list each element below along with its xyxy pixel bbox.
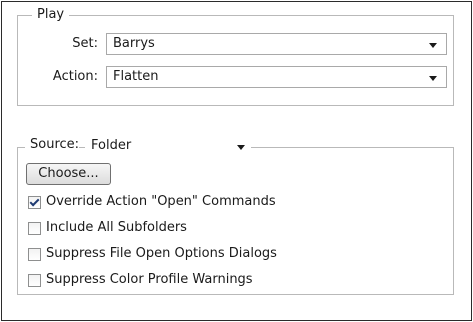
source-select[interactable]: Folder xyxy=(85,136,251,158)
override-open-label: Override Action "Open" Commands xyxy=(46,194,276,209)
override-open-option[interactable]: Override Action "Open" Commands xyxy=(28,193,276,211)
play-group: Play Set: Barrys Action: Flatten xyxy=(17,7,454,106)
action-value: Flatten xyxy=(113,69,159,84)
override-open-checkbox[interactable] xyxy=(28,195,41,209)
action-label: Action: xyxy=(52,69,98,84)
set-label: Set: xyxy=(72,36,98,51)
include-subfolders-option[interactable]: Include All Subfolders xyxy=(28,219,187,237)
play-legend: Play xyxy=(32,7,70,23)
suppress-color-warnings-label: Suppress Color Profile Warnings xyxy=(46,272,253,287)
include-subfolders-label: Include All Subfolders xyxy=(46,220,187,235)
set-value: Barrys xyxy=(113,36,155,51)
suppress-open-dialogs-option[interactable]: Suppress File Open Options Dialogs xyxy=(28,245,277,263)
chevron-down-icon xyxy=(429,76,437,81)
suppress-color-warnings-checkbox[interactable] xyxy=(28,273,41,287)
source-label: Source: xyxy=(25,137,80,153)
suppress-open-dialogs-checkbox[interactable] xyxy=(28,247,41,261)
suppress-color-warnings-option[interactable]: Suppress Color Profile Warnings xyxy=(28,271,253,289)
chevron-down-icon xyxy=(237,145,245,150)
source-value: Folder xyxy=(91,138,132,153)
batch-dialog-panel: Play Set: Barrys Action: Flatten Source:… xyxy=(1,1,472,321)
chevron-down-icon xyxy=(429,43,437,48)
include-subfolders-checkbox[interactable] xyxy=(28,221,41,235)
action-select[interactable]: Flatten xyxy=(106,66,447,88)
set-select[interactable]: Barrys xyxy=(106,33,447,55)
source-group: Source: Folder Choose... Override Action… xyxy=(17,136,454,295)
choose-button[interactable]: Choose... xyxy=(26,163,111,185)
suppress-open-dialogs-label: Suppress File Open Options Dialogs xyxy=(46,246,277,261)
